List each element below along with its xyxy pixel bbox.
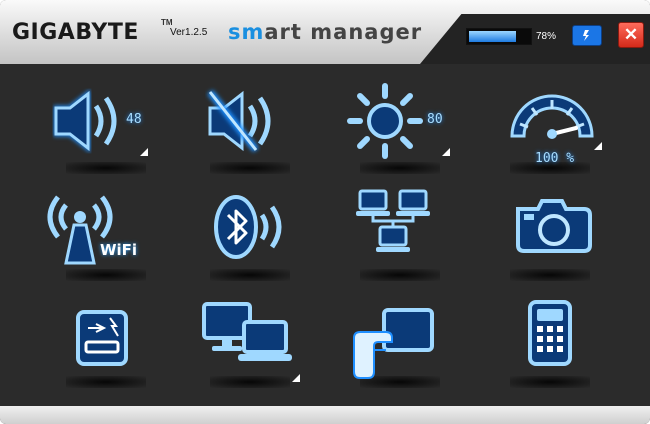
usb-charge-icon — [76, 310, 128, 366]
display-menu-indicator[interactable] — [292, 374, 300, 382]
camera-icon — [516, 199, 592, 253]
performance-menu-indicator[interactable] — [594, 142, 602, 150]
display-tile[interactable] — [180, 292, 320, 398]
battery-meter — [466, 28, 532, 45]
usb-tile[interactable] — [36, 292, 176, 398]
sun-icon — [347, 83, 423, 159]
app-name: smart manager — [228, 20, 422, 44]
performance-level: 100 % — [535, 151, 575, 166]
title-bar[interactable]: GIGABYTE TM Ver1.2.5 smart manager 78% ✕ — [0, 0, 650, 64]
status-strip — [420, 14, 650, 64]
calculator-tile[interactable] — [480, 292, 620, 398]
volume-menu-indicator[interactable] — [140, 148, 148, 156]
dual-display-icon — [202, 302, 292, 361]
bluetooth-icon — [214, 195, 282, 259]
app-name-accent: sm — [228, 20, 265, 44]
speaker-mute-icon — [207, 89, 271, 153]
calculator-icon — [528, 300, 572, 366]
brand-logo: GIGABYTE — [12, 20, 139, 45]
touchpad-hand-icon — [353, 308, 434, 379]
wifi-tile[interactable]: WiFi — [36, 185, 176, 291]
speedometer-icon — [510, 94, 594, 139]
close-button[interactable]: ✕ — [618, 22, 644, 48]
status-bar — [0, 406, 650, 424]
app-name-rest: art manager — [264, 20, 423, 44]
bluetooth-tile[interactable] — [180, 185, 320, 291]
wifi-antenna-icon — [47, 195, 113, 265]
brightness-tile[interactable]: 80 — [330, 78, 470, 184]
volume-level: 48 — [126, 112, 142, 127]
power-mode-button[interactable] — [572, 25, 602, 46]
power-plug-icon — [583, 30, 589, 41]
camera-tile[interactable] — [480, 185, 620, 291]
battery-percent: 78% — [536, 31, 557, 42]
performance-tile[interactable]: 100 % — [480, 78, 620, 184]
trademark-mark: TM — [161, 18, 173, 27]
network-tile[interactable] — [330, 185, 470, 291]
brightness-menu-indicator[interactable] — [442, 148, 450, 156]
wifi-label: WiFi — [100, 241, 138, 259]
network-computers-icon — [356, 189, 430, 252]
battery-fill — [469, 31, 516, 42]
speaker-icon — [53, 88, 117, 154]
touchpad-tile[interactable] — [330, 292, 470, 398]
smart-manager-window: GIGABYTE TM Ver1.2.5 smart manager 78% ✕… — [0, 0, 650, 424]
volume-tile[interactable]: 48 — [36, 78, 176, 184]
brightness-level: 80 — [427, 112, 443, 127]
mute-tile[interactable] — [180, 78, 320, 184]
version-label: Ver1.2.5 — [170, 27, 208, 38]
